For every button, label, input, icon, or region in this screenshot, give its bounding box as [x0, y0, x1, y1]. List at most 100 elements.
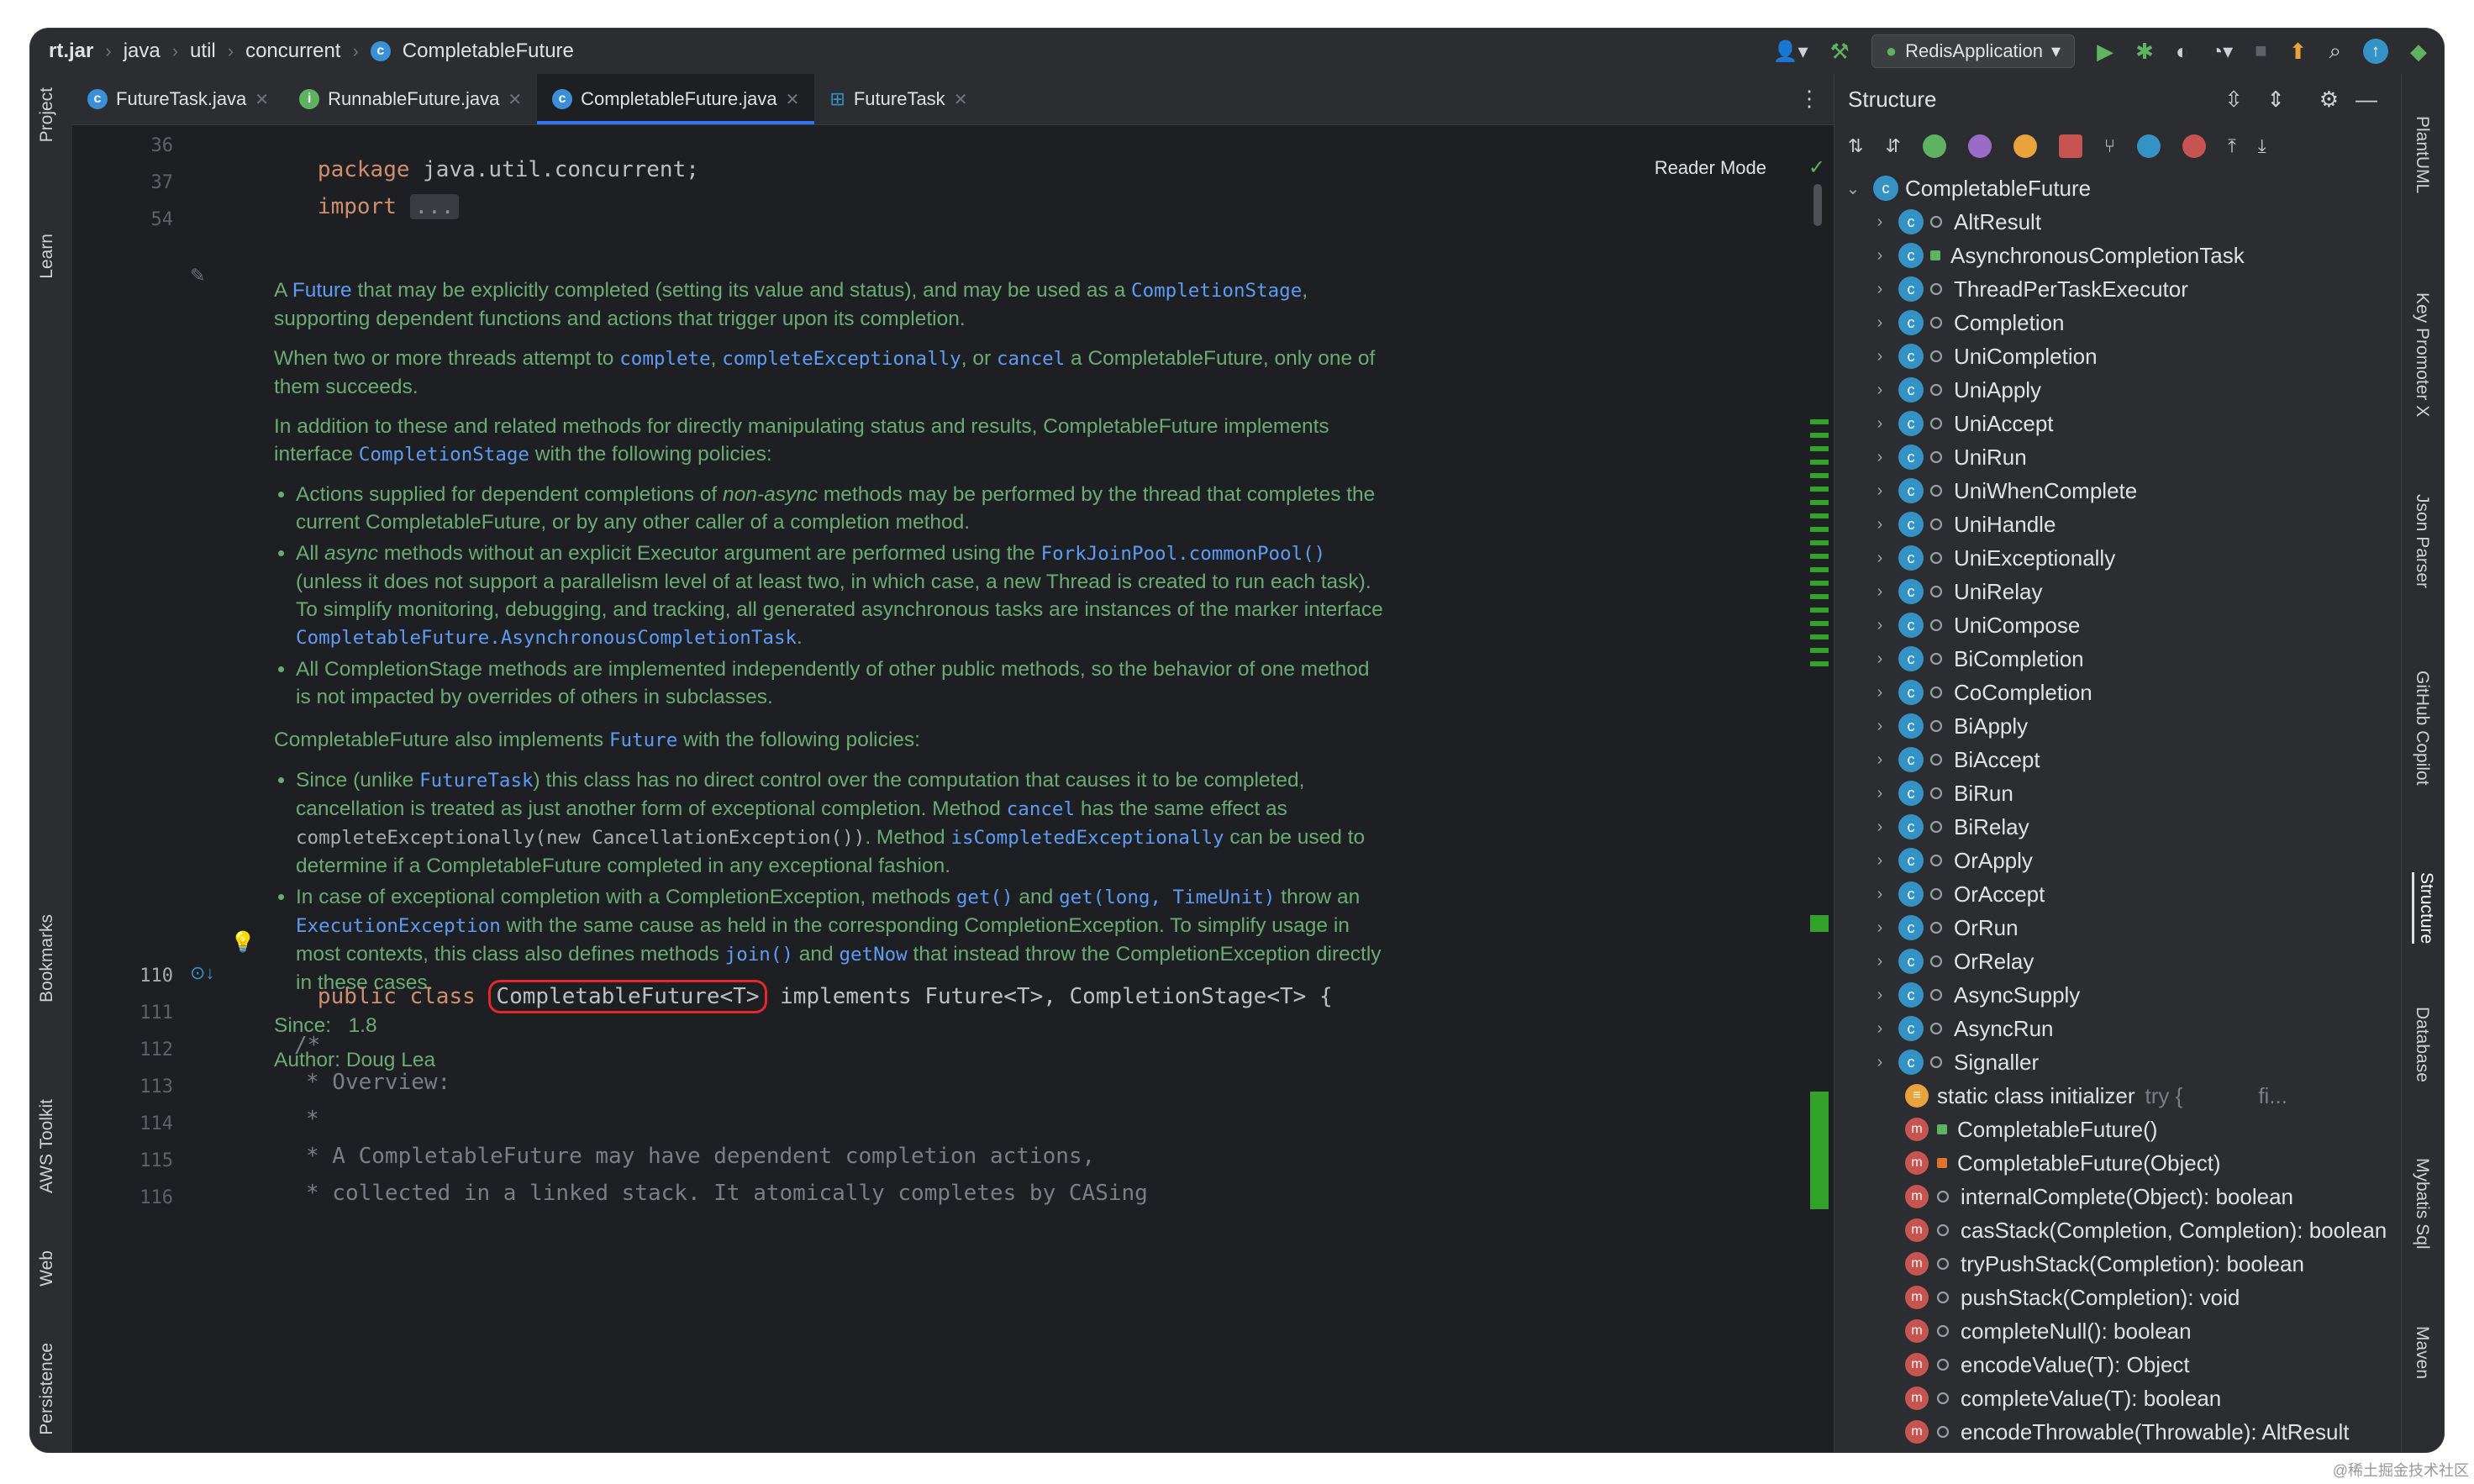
chevron-right-icon[interactable]: › — [1871, 784, 1888, 803]
chevron-right-icon[interactable]: › — [1871, 280, 1888, 299]
autoscroll-from-source-icon[interactable]: ⤓ — [2258, 135, 2266, 157]
chevron-right-icon[interactable]: › — [1871, 885, 1888, 904]
tree-item-method[interactable]: m CompletableFuture() — [1834, 1113, 2403, 1146]
doc-link[interactable]: FutureTask — [419, 770, 533, 792]
chevron-right-icon[interactable]: › — [1871, 582, 1888, 602]
chevron-right-icon[interactable]: › — [1871, 1019, 1888, 1039]
update-icon[interactable]: ↑ — [2363, 39, 2388, 64]
chevron-right-icon[interactable]: › — [1871, 986, 1888, 1005]
edit-doc-icon[interactable]: ✎ — [190, 265, 205, 287]
minimize-icon[interactable]: — — [2356, 87, 2377, 113]
chevron-right-icon[interactable]: › — [1871, 851, 1888, 871]
doc-link[interactable]: Future — [292, 279, 352, 302]
tree-item-nested-class[interactable]: › c BiApply — [1834, 709, 2403, 743]
chevron-right-icon[interactable]: › — [1871, 818, 1888, 837]
doc-link[interactable]: get() — [956, 887, 1013, 908]
reader-mode-toggle[interactable]: Reader Mode — [1655, 157, 1766, 179]
tree-item-nested-class[interactable]: › c UniApply — [1834, 373, 2403, 407]
tree-item-method[interactable]: m pushStack(Completion): void — [1834, 1281, 2403, 1314]
tree-item-nested-class[interactable]: › c UniCompose — [1834, 608, 2403, 642]
tree-item-nested-class[interactable]: › c UniHandle — [1834, 508, 2403, 541]
tool-mybatis-sql[interactable]: Mybatis Sql — [2412, 1158, 2432, 1250]
close-icon[interactable]: ✕ — [786, 89, 800, 110]
tree-item-nested-class[interactable]: › c AsynchronousCompletionTask — [1834, 239, 2403, 272]
highlighted-class-name[interactable]: CompletableFuture<T> — [488, 980, 767, 1013]
chevron-right-icon[interactable]: › — [1871, 717, 1888, 736]
tab-completablefuture-java[interactable]: c CompletableFuture.java ✕ — [537, 74, 815, 124]
doc-link[interactable]: Future — [609, 729, 677, 751]
close-icon[interactable]: ✕ — [255, 89, 269, 110]
implementations-gutter-icon[interactable]: ⊙↓ — [190, 962, 214, 984]
doc-link[interactable]: cancel — [1007, 798, 1075, 820]
profile-icon[interactable]: ◔▾ — [2211, 39, 2234, 64]
doc-link[interactable]: CompletionStage — [359, 444, 529, 466]
tool-maven[interactable]: Maven — [2412, 1326, 2432, 1379]
tool-project[interactable]: Project — [37, 87, 57, 142]
tab-futuretask-diagram[interactable]: ⊞ FutureTask ✕ — [814, 74, 982, 124]
tree-item-nested-class[interactable]: › c OrAccept — [1834, 877, 2403, 911]
show-inherited-icon[interactable] — [1922, 134, 1946, 158]
chevron-right-icon[interactable]: › — [1871, 313, 1888, 333]
sort-alpha-icon[interactable]: ⇅ — [1848, 135, 1863, 157]
tree-item-nested-class[interactable]: › c UniAccept — [1834, 407, 2403, 440]
plugin-icon[interactable]: ◆ — [2410, 39, 2427, 65]
editor-scrollbar[interactable] — [1807, 176, 1832, 1452]
doc-link[interactable]: CompletionStage — [1131, 280, 1302, 302]
tree-item-nested-class[interactable]: › c OrApply — [1834, 844, 2403, 877]
tree-item-method[interactable]: m completeNull(): boolean — [1834, 1314, 2403, 1348]
doc-link[interactable]: ExecutionException — [296, 915, 501, 937]
tree-item-method[interactable]: m tryPushStack(Completion): boolean — [1834, 1247, 2403, 1281]
tool-key-promoter-x[interactable]: Key Promoter X — [2412, 292, 2432, 417]
chevron-down-icon[interactable]: ⌄ — [1845, 178, 1861, 199]
tree-item-nested-class[interactable]: › c AsyncSupply — [1834, 978, 2403, 1012]
tool-structure[interactable]: Structure — [2412, 872, 2436, 945]
tree-item-nested-class[interactable]: › c OrRun — [1834, 911, 2403, 945]
tool-plantuml[interactable]: PlantUML — [2412, 116, 2432, 193]
chevron-right-icon[interactable]: › — [1871, 381, 1888, 400]
breadcrumb-item[interactable]: CompletableFuture — [403, 39, 574, 63]
tree-item-method[interactable]: m internalComplete(Object): boolean — [1834, 1180, 2403, 1213]
tree-item-method[interactable]: m casStack(Completion, Completion): boole… — [1834, 1213, 2403, 1247]
doc-link[interactable]: CompletableFuture.AsynchronousCompletion… — [296, 627, 797, 649]
gear-icon[interactable]: ⚙ — [2319, 87, 2339, 113]
chevron-right-icon[interactable]: › — [1871, 246, 1888, 266]
build-hammer-icon[interactable]: ⚒ — [1830, 39, 1850, 65]
tree-item-method[interactable]: m completeValue(T): boolean — [1834, 1381, 2403, 1415]
tree-item-nested-class[interactable]: › c ThreadPerTaskExecutor — [1834, 272, 2403, 306]
chevron-right-icon[interactable]: › — [1871, 482, 1888, 501]
user-icon[interactable]: 👤▾ — [1773, 39, 1808, 64]
chevron-right-icon[interactable]: › — [1871, 616, 1888, 635]
breadcrumb-item[interactable]: util — [190, 39, 216, 63]
chevron-right-icon[interactable]: › — [1871, 650, 1888, 669]
show-fields-icon[interactable] — [2013, 134, 2037, 158]
run-config-select[interactable]: ● RedisApplication ▾ — [1871, 34, 2076, 68]
breadcrumb-item[interactable]: java — [124, 39, 161, 63]
breadcrumb-item[interactable]: concurrent — [245, 39, 340, 63]
tree-item-nested-class[interactable]: › c UniRun — [1834, 440, 2403, 474]
tree-item-method[interactable]: m encodeValue(T): Object — [1834, 1348, 2403, 1381]
sort-visibility-icon[interactable]: ⇵ — [1885, 135, 1900, 157]
coverage-icon[interactable]: ◐ — [2176, 39, 2189, 65]
doc-link[interactable]: completeExceptionally — [722, 348, 961, 370]
tree-item-nested-class[interactable]: › c AltResult — [1834, 205, 2403, 239]
chevron-right-icon[interactable]: › — [1871, 213, 1888, 232]
doc-link[interactable]: get(long, TimeUnit) — [1059, 887, 1275, 908]
chevron-right-icon[interactable]: › — [1871, 918, 1888, 938]
tree-item-nested-class[interactable]: › c BiRelay — [1834, 810, 2403, 844]
chevron-right-icon[interactable]: › — [1871, 750, 1888, 770]
tree-item-nested-class[interactable]: › c Completion — [1834, 306, 2403, 339]
show-non-public-icon[interactable] — [2058, 134, 2082, 158]
tool-json-parser[interactable]: Json Parser — [2412, 494, 2432, 588]
chevron-right-icon[interactable]: › — [1871, 414, 1888, 434]
tree-item-nested-class[interactable]: › c UniRelay — [1834, 575, 2403, 608]
search-icon[interactable]: ⌕ — [2329, 38, 2341, 65]
code-editor[interactable]: 36 37 54 ✎ 110 ⊙↓ 💡 111 112 113 114 115 … — [72, 125, 1834, 1452]
chevron-right-icon[interactable]: › — [1871, 347, 1888, 366]
tool-web[interactable]: Web — [37, 1250, 57, 1287]
doc-link[interactable]: complete — [619, 348, 710, 370]
tree-item-nested-class[interactable]: › c UniExceptionally — [1834, 541, 2403, 575]
close-icon[interactable]: ✕ — [508, 89, 522, 110]
breadcrumb-item[interactable]: rt.jar — [49, 39, 93, 63]
run-icon[interactable]: ▶ — [2097, 39, 2113, 65]
tree-item-nested-class[interactable]: › c UniWhenComplete — [1834, 474, 2403, 508]
